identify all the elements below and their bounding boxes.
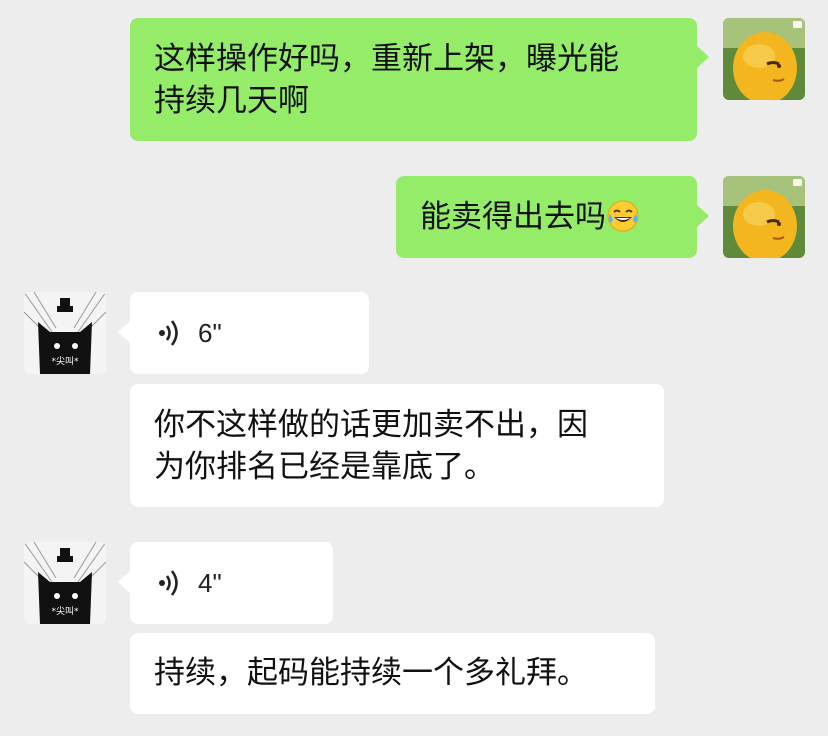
contact-avatar[interactable]: *尖叫* (24, 542, 106, 624)
bubble-tail (697, 46, 709, 68)
bubble-tail (118, 571, 130, 593)
yellow-character-avatar-icon (723, 176, 805, 258)
message-text-content: 能卖得出去吗 (420, 199, 606, 235)
yellow-character-avatar-icon (723, 18, 805, 100)
bubble-tail (697, 205, 709, 227)
message-bubble[interactable]: 这样操作好吗，重新上架，曝光能 持续几天啊 (130, 18, 697, 141)
tears-of-joy-emoji-icon (606, 199, 640, 244)
message-text: 为你排名已经是靠底了。 (154, 449, 495, 485)
contact-avatar[interactable]: *尖叫* (24, 292, 106, 374)
voice-wave-icon (159, 570, 178, 596)
self-avatar[interactable] (723, 18, 805, 100)
black-cat-avatar-icon: *尖叫* (24, 542, 106, 624)
voice-message-bubble[interactable]: 6" (130, 292, 369, 374)
message-text: 这样操作好吗，重新上架，曝光能 (154, 41, 619, 77)
voice-message: 4" (158, 562, 305, 604)
bubble-tail (118, 321, 130, 343)
message-text: 持续，起码能持续一个多礼拜。 (154, 655, 588, 691)
message-text: 持续几天啊 (154, 83, 309, 119)
self-avatar[interactable] (723, 176, 805, 258)
voice-message: 6" (158, 312, 341, 354)
voice-duration: 4" (198, 568, 222, 598)
voice-wave-icon (159, 320, 178, 346)
message-bubble[interactable]: 持续，起码能持续一个多礼拜。 (130, 633, 655, 714)
avatar-caption: *尖叫* (51, 605, 79, 617)
message-text: 能卖得出去吗 (420, 196, 673, 244)
message-text: 你不这样做的话更加卖不出，因 (154, 407, 588, 443)
voice-message-bubble[interactable]: 4" (130, 542, 333, 624)
message-bubble[interactable]: 你不这样做的话更加卖不出，因 为你排名已经是靠底了。 (130, 384, 664, 507)
black-cat-avatar-icon: *尖叫* (24, 292, 106, 374)
voice-duration: 6" (198, 318, 222, 348)
avatar-caption: *尖叫* (51, 355, 79, 367)
message-bubble[interactable]: 能卖得出去吗 (396, 176, 697, 258)
